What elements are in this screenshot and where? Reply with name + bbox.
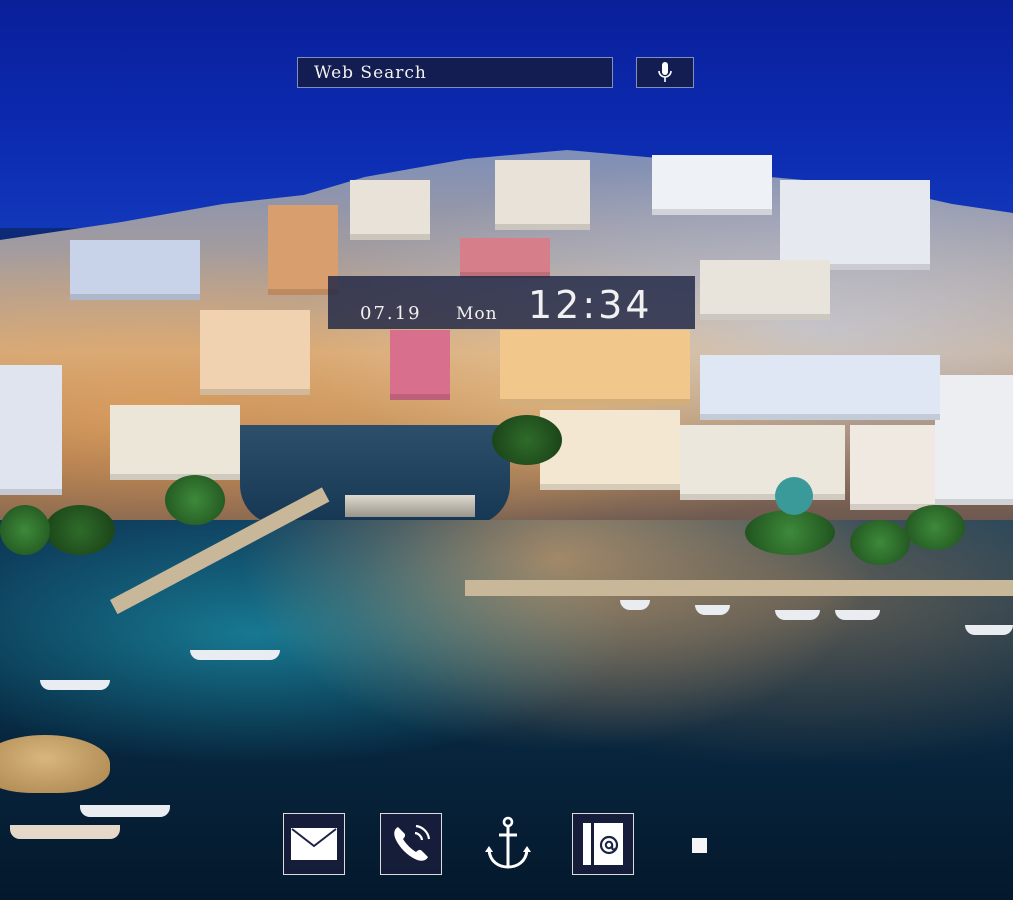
- mail-button[interactable]: [283, 813, 345, 875]
- bridge: [345, 495, 475, 517]
- home-button[interactable]: [477, 813, 539, 875]
- voice-search-button[interactable]: [636, 57, 694, 88]
- clock-date: 07.19: [360, 303, 422, 324]
- boat: [190, 650, 280, 660]
- building: [350, 180, 430, 240]
- building: [680, 425, 845, 500]
- tree: [850, 520, 910, 565]
- building: [495, 160, 590, 230]
- building: [0, 365, 62, 495]
- contacts-icon: [583, 823, 623, 865]
- building: [200, 310, 310, 395]
- search-placeholder: Web Search: [314, 62, 427, 83]
- wallpaper: [0, 0, 1013, 900]
- phone-button[interactable]: [380, 813, 442, 875]
- boat: [40, 680, 110, 690]
- app-drawer-button[interactable]: [692, 838, 707, 853]
- building: [850, 425, 935, 510]
- teal-circle: [775, 477, 813, 515]
- boat: [775, 610, 820, 620]
- palm-tree: [492, 415, 562, 465]
- palm-tree: [45, 505, 115, 555]
- building: [700, 260, 830, 320]
- anchor-icon: [485, 816, 531, 869]
- tree: [905, 505, 965, 550]
- building: [460, 238, 550, 278]
- tree: [165, 475, 225, 525]
- microphone-icon: [658, 61, 672, 82]
- search-bar[interactable]: Web Search: [297, 57, 613, 88]
- boat: [10, 825, 120, 839]
- building: [500, 330, 690, 405]
- building: [652, 155, 772, 215]
- building: [540, 410, 680, 490]
- tree: [745, 510, 835, 555]
- phone-icon: [394, 824, 431, 861]
- clock-day: Mon: [456, 304, 498, 324]
- boat: [965, 625, 1013, 635]
- building: [935, 375, 1013, 505]
- quay: [465, 580, 1013, 596]
- building: [780, 180, 930, 270]
- clock-widget[interactable]: 07.19 Mon 12:34: [328, 276, 695, 329]
- boat: [80, 805, 170, 817]
- building: [390, 330, 450, 400]
- building: [70, 240, 200, 300]
- boat: [695, 605, 730, 615]
- tree: [0, 505, 50, 555]
- building: [700, 355, 940, 420]
- building: [110, 405, 240, 480]
- boat: [835, 610, 880, 620]
- contacts-button[interactable]: [572, 813, 634, 875]
- clock-time: 12:34: [528, 283, 653, 327]
- envelope-icon: [291, 828, 337, 860]
